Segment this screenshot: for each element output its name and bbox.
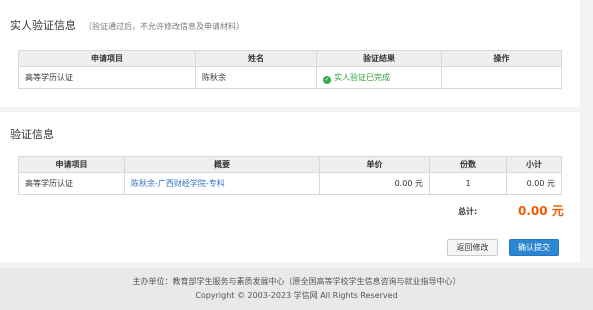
cell-summary-link[interactable]: 陈秋余-广西财经学院-专科 xyxy=(124,172,320,195)
real-name-section-note: （验证通过后，不允许修改信息及申请材料） xyxy=(84,22,244,31)
cell-name: 陈秋余 xyxy=(195,66,317,89)
column-header-subtotal: 小计 xyxy=(506,156,562,173)
column-header-summary: 概要 xyxy=(124,156,320,173)
column-header-item: 申请项目 xyxy=(18,50,196,67)
footer-organizer: 主办单位：教育部学生服务与素质发展中心（原全国高等学校学生信息咨询与就业指导中心… xyxy=(132,277,461,286)
cell-action xyxy=(441,66,562,89)
column-header-item: 申请项目 xyxy=(18,156,125,173)
cell-price: 0.00 元 xyxy=(319,172,430,195)
verification-table: 申请项目 概要 单价 份数 小计 高等学历认证 陈秋余-广西财经学院-专科 0.… xyxy=(18,156,562,195)
result-text: 实人验证已完成 xyxy=(334,72,390,82)
page-gutter xyxy=(580,0,593,268)
column-header-action: 操作 xyxy=(441,50,562,67)
cell-item: 高等学历认证 xyxy=(18,66,196,89)
cell-quantity: 1 xyxy=(429,172,507,195)
column-header-qty: 份数 xyxy=(429,156,507,173)
back-edit-button[interactable]: 返回修改 xyxy=(447,239,498,256)
cell-item: 高等学历认证 xyxy=(18,172,125,195)
check-circle-icon: ✓ xyxy=(323,75,331,84)
column-header-name: 姓名 xyxy=(195,50,317,67)
column-header-price: 单价 xyxy=(319,156,430,173)
footer: 主办单位：教育部学生服务与素质发展中心（原全国高等学校学生信息咨询与就业指导中心… xyxy=(0,268,593,310)
column-header-result: 验证结果 xyxy=(316,50,442,67)
table-row: 高等学历认证 陈秋余 ✓ 实人验证已完成 xyxy=(18,66,562,89)
total-amount: 0.00 元 xyxy=(518,204,564,218)
real-name-table: 申请项目 姓名 验证结果 操作 高等学历认证 陈秋余 ✓ 实人验证已完成 xyxy=(18,50,562,89)
verify-section-title: 验证信息 xyxy=(10,128,54,141)
cell-result: ✓ 实人验证已完成 xyxy=(316,66,442,89)
table-header-row: 申请项目 概要 单价 份数 小计 xyxy=(18,156,562,173)
table-header-row: 申请项目 姓名 验证结果 操作 xyxy=(18,50,562,67)
real-name-section-title: 实人验证信息 xyxy=(10,19,76,32)
real-name-section-heading: 实人验证信息 （验证通过后，不允许修改信息及申请材料） xyxy=(10,17,244,33)
confirm-submit-button[interactable]: 确认提交 xyxy=(509,239,559,256)
total-label: 总计: xyxy=(458,207,478,216)
footer-copyright: Copyright © 2003-2023 学信网 All Rights Res… xyxy=(195,291,398,300)
table-row: 高等学历认证 陈秋余-广西财经学院-专科 0.00 元 1 0.00 元 xyxy=(18,172,562,195)
cell-subtotal: 0.00 元 xyxy=(506,172,562,195)
